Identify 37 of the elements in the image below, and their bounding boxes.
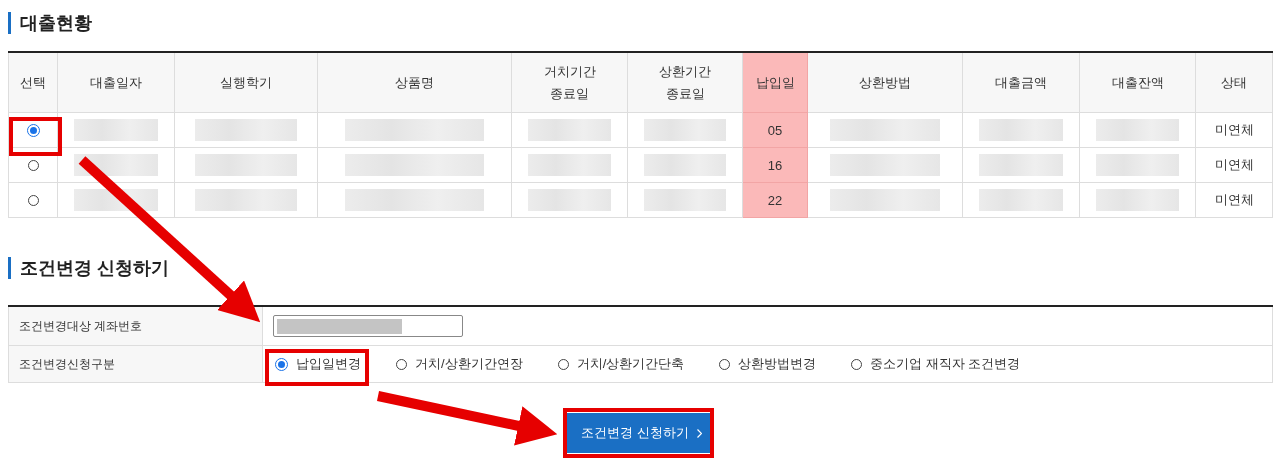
column-header: 상품명 — [318, 53, 512, 113]
column-header: 대출일자 — [58, 53, 175, 113]
table-cell: 미연체 — [1196, 148, 1273, 183]
column-header: 대출잔액 — [1080, 53, 1196, 113]
column-header: 대출금액 — [963, 53, 1080, 113]
radio-button[interactable] — [26, 123, 40, 137]
option-label[interactable]: 중소기업 재직자 조건변경 — [870, 355, 1021, 373]
radio-button[interactable] — [396, 358, 407, 370]
column-header: 상환방법 — [808, 53, 963, 113]
column-header: 거치기간 종료일 — [512, 53, 628, 113]
table-cell: 16 — [743, 148, 808, 183]
option-label[interactable]: 거치/상환기간단축 — [576, 355, 685, 373]
field-label: 조건변경대상 계좌번호 — [19, 317, 143, 335]
option-label[interactable]: 상환방법변경 — [738, 355, 817, 373]
section-title: 조건변경 신청하기 — [20, 257, 169, 280]
table-cell: 미연체 — [1196, 183, 1273, 218]
radio-button[interactable] — [719, 358, 731, 370]
column-header: 납입일 — [743, 53, 808, 113]
column-header: 실행학기 — [175, 53, 318, 113]
radio-button[interactable] — [27, 194, 39, 206]
highlight-frame — [9, 117, 62, 156]
column-header: 상환기간 종료일 — [628, 53, 743, 113]
column-header: 선택 — [8, 53, 58, 113]
column-header: 상태 — [1196, 53, 1273, 113]
input-field[interactable] — [273, 315, 463, 337]
radio-button[interactable] — [27, 159, 39, 171]
radio-button[interactable] — [275, 357, 288, 371]
chevron-icon — [696, 428, 702, 438]
radio-button[interactable] — [851, 358, 863, 370]
section-title: 대출현황 — [20, 12, 92, 35]
option-label[interactable]: 거치/상환기간연장 — [415, 355, 523, 373]
field-label: 조건변경신청구분 — [19, 355, 115, 373]
table-cell: 미연체 — [1196, 113, 1273, 148]
table-cell: 05 — [743, 113, 808, 148]
radio-button[interactable] — [557, 358, 569, 370]
table-cell: 22 — [743, 183, 808, 218]
option-label[interactable]: 납입일변경 — [296, 355, 361, 373]
